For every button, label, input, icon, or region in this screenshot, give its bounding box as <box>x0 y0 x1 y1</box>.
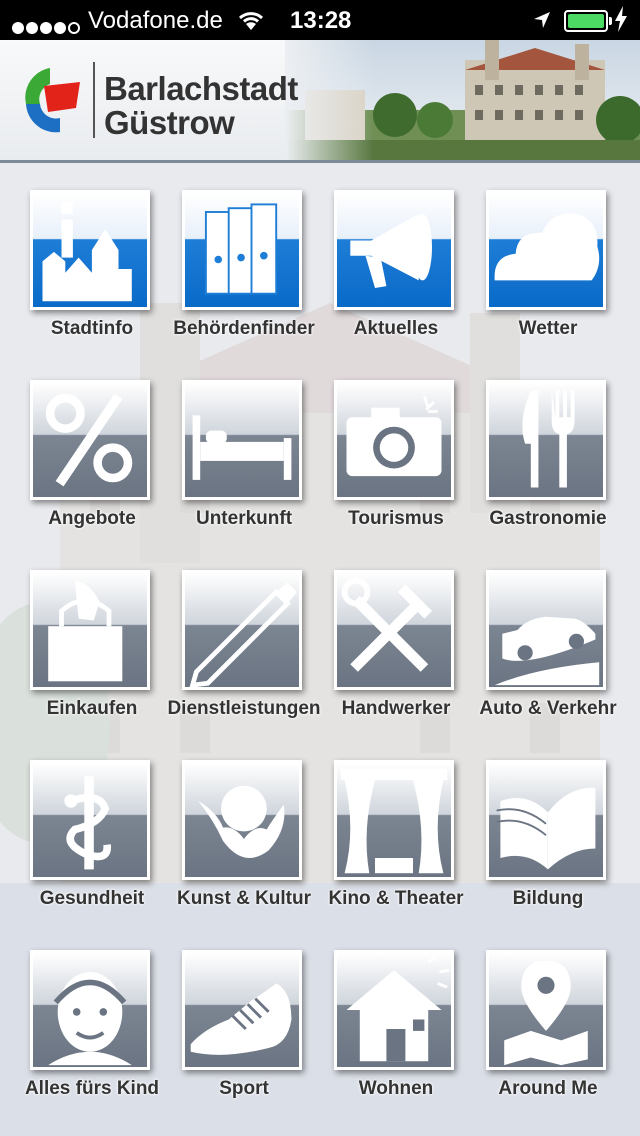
tile-label: Handwerker <box>341 698 451 719</box>
cherub-icon <box>182 760 302 880</box>
tile-label: Around Me <box>498 1078 598 1099</box>
wifi-icon <box>238 12 264 30</box>
sneaker-icon <box>182 950 302 1070</box>
tile-tourismus[interactable]: Tourismus <box>320 368 472 538</box>
tile-label: Angebote <box>48 508 136 529</box>
info-city-icon <box>30 190 150 310</box>
tile-label: Sport <box>219 1078 269 1099</box>
tile-around-me[interactable]: Around Me <box>472 938 624 1108</box>
cloud-icon <box>486 190 606 310</box>
car-icon <box>486 570 606 690</box>
tile-aktuelles[interactable]: Aktuelles <box>320 178 472 348</box>
app-header: Barlachstadt Güstrow <box>0 40 640 163</box>
logo-divider <box>93 62 95 138</box>
percent-icon <box>30 380 150 500</box>
charging-bolt-icon <box>615 6 627 32</box>
tile-label: Aktuelles <box>353 318 439 339</box>
hammer-wrench-icon <box>334 570 454 690</box>
tile-bildung[interactable]: Bildung <box>472 748 624 918</box>
stage-curtain-icon <box>334 760 454 880</box>
tile-unterkunft[interactable]: Unterkunft <box>168 368 320 538</box>
tile-label: Wohnen <box>358 1078 434 1099</box>
tile-label: Gesundheit <box>39 888 145 909</box>
tile-label: Alles fürs Kind <box>24 1078 160 1099</box>
tile-wetter[interactable]: Wetter <box>472 178 624 348</box>
tile-gesundheit[interactable]: Gesundheit <box>16 748 168 918</box>
tile-kunst-kultur[interactable]: Kunst & Kultur <box>168 748 320 918</box>
tile-einkaufen[interactable]: Einkaufen <box>16 558 168 728</box>
clock: 13:28 <box>290 7 352 34</box>
tile-gastronomie[interactable]: Gastronomie <box>472 368 624 538</box>
tile-kino-theater[interactable]: Kino & Theater <box>320 748 472 918</box>
tile-auto-verkehr[interactable]: Auto & Verkehr <box>472 558 624 728</box>
castle-photo <box>285 40 640 160</box>
pencil-icon <box>182 570 302 690</box>
tile-label: Kino & Theater <box>328 888 464 909</box>
tile-label: Behördenfinder <box>173 318 315 339</box>
tile-sport[interactable]: Sport <box>168 938 320 1108</box>
megaphone-icon <box>334 190 454 310</box>
camera-icon <box>334 380 454 500</box>
house-sun-icon <box>334 950 454 1070</box>
tile-label: Tourismus <box>348 508 444 529</box>
binders-icon <box>182 190 302 310</box>
aesculapius-icon <box>30 760 150 880</box>
tile-label: Wetter <box>518 318 578 339</box>
location-arrow-icon <box>534 12 550 28</box>
brand-name-line2: Güstrow <box>104 104 235 141</box>
knife-fork-icon <box>486 380 606 500</box>
signal-dots-icon <box>12 13 82 41</box>
tile-wohnen[interactable]: Wohnen <box>320 938 472 1108</box>
tile-label: Unterkunft <box>195 508 293 529</box>
open-book-icon <box>486 760 606 880</box>
tile-label: Bildung <box>512 888 584 909</box>
tile-behördenfinder[interactable]: Behördenfinder <box>168 178 320 348</box>
status-bar: Vodafone.de 13:28 <box>0 0 640 40</box>
tile-label: Gastronomie <box>489 508 607 529</box>
shopping-bag-icon <box>30 570 150 690</box>
tile-handwerker[interactable]: Handwerker <box>320 558 472 728</box>
tile-dienstleistungen[interactable]: Dienstleistungen <box>167 558 321 728</box>
tile-label: Stadtinfo <box>50 318 134 339</box>
city-logo-icon <box>25 68 80 133</box>
tile-alles-fürs-kind[interactable]: Alles fürs Kind <box>16 938 168 1108</box>
bed-icon <box>182 380 302 500</box>
carrier-name: Vodafone.de <box>88 7 223 34</box>
tile-label: Kunst & Kultur <box>176 888 312 909</box>
tile-stadtinfo[interactable]: Stadtinfo <box>16 178 168 348</box>
tile-label: Dienstleistungen <box>167 698 321 719</box>
tile-label: Auto & Verkehr <box>479 698 617 719</box>
battery-icon <box>564 10 612 32</box>
brand-name-line1: Barlachstadt <box>104 70 298 107</box>
map-pin-icon <box>486 950 606 1070</box>
child-face-icon <box>30 950 150 1070</box>
tile-angebote[interactable]: Angebote <box>16 368 168 538</box>
tile-label: Einkaufen <box>46 698 138 719</box>
